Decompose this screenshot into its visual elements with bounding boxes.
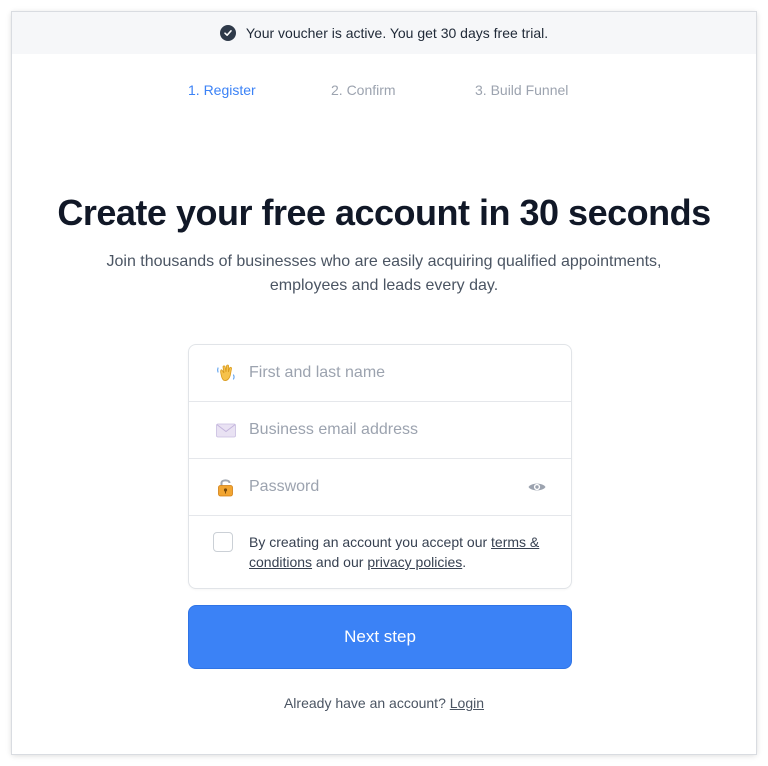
password-input[interactable] <box>249 459 519 515</box>
step-confirm[interactable]: 2. Confirm <box>331 82 396 98</box>
step-register[interactable]: 1. Register <box>188 82 256 98</box>
page-title: Create your free account in 30 seconds <box>57 192 711 233</box>
login-prompt-text: Already have an account? <box>283 695 450 711</box>
voucher-banner: Your voucher is active. You get 30 days … <box>12 12 756 54</box>
terms-row: By creating an account you accept our te… <box>189 516 571 588</box>
voucher-banner-text: Your voucher is active. You get 30 days … <box>245 25 549 41</box>
email-field-row <box>189 402 571 459</box>
terms-middle: and our <box>312 554 368 570</box>
login-link[interactable]: Login <box>450 695 484 711</box>
terms-prefix: By creating an account you accept our <box>249 534 492 550</box>
password-field-row <box>189 459 571 516</box>
check-circle-icon <box>219 25 236 41</box>
name-field-row <box>189 345 571 402</box>
privacy-link[interactable]: privacy policies <box>367 554 462 570</box>
email-input[interactable] <box>249 402 519 458</box>
terms-suffix: . <box>462 554 467 570</box>
login-prompt: Already have an account? Login <box>12 695 756 711</box>
next-step-button[interactable]: Next step <box>188 605 572 669</box>
register-form: By creating an account you accept our te… <box>188 344 572 589</box>
terms-checkbox[interactable] <box>213 532 233 552</box>
eye-icon[interactable] <box>527 477 547 497</box>
waving-hand-icon <box>215 362 237 384</box>
terms-text: By creating an account you accept our te… <box>249 532 554 572</box>
page-frame: Your voucher is active. You get 30 days … <box>12 12 756 754</box>
name-input[interactable] <box>249 345 519 401</box>
envelope-icon <box>215 419 237 441</box>
step-build-funnel[interactable]: 3. Build Funnel <box>475 82 568 98</box>
lock-icon <box>215 476 237 498</box>
page-subtitle: Join thousands of businesses who are eas… <box>106 253 662 294</box>
